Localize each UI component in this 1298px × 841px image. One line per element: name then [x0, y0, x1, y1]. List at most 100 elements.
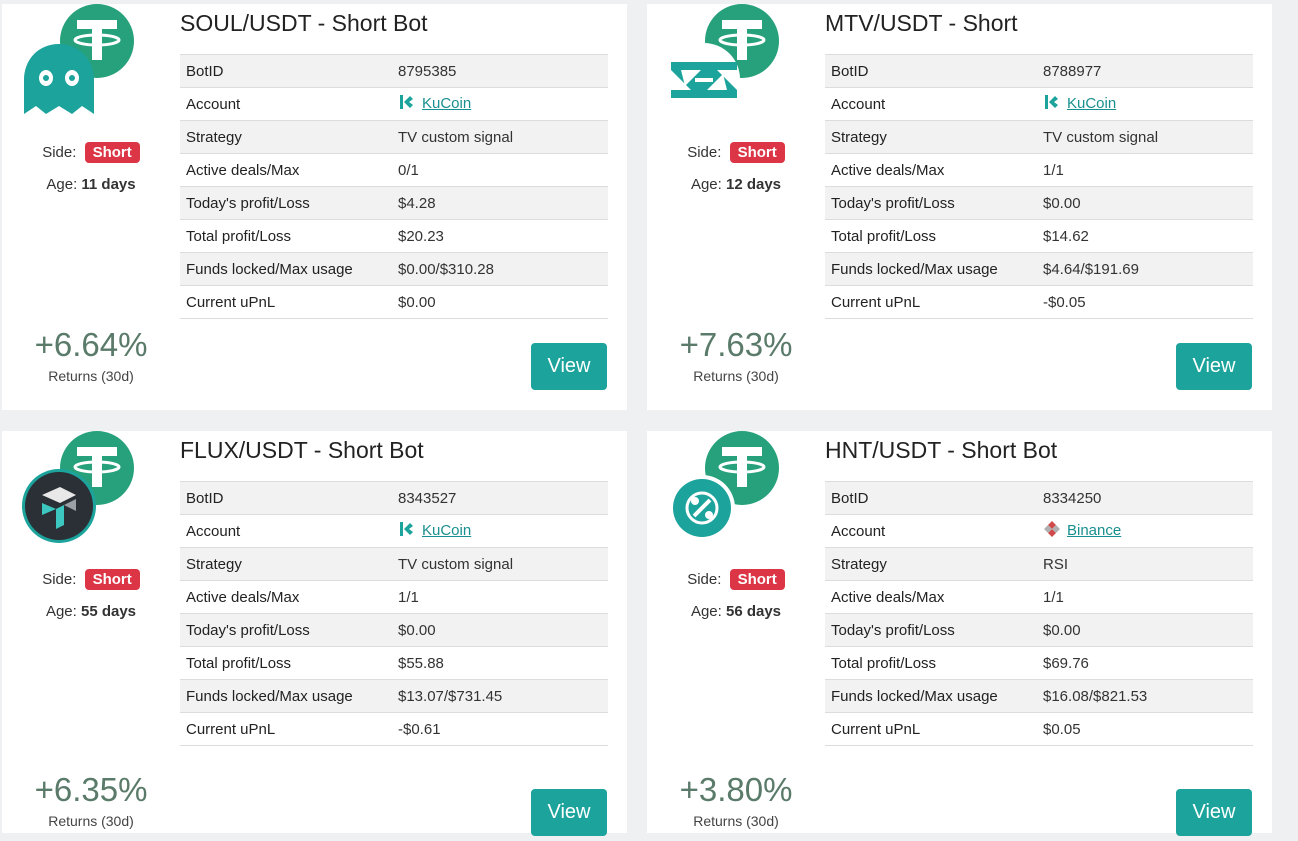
returns-label: Returns (30d) [693, 813, 779, 829]
bot-id-value: 8343527 [392, 481, 608, 515]
row-label: BotID [180, 481, 392, 515]
table-row: BotID 8795385 [180, 54, 608, 88]
strategy-value: TV custom signal [1037, 120, 1253, 154]
total-pl-value: $14.62 [1037, 219, 1253, 253]
row-label: Strategy [180, 547, 392, 581]
side-badge: Short [84, 142, 140, 163]
bot-card: Side: Short Age: 12 days +7.63% Returns … [647, 4, 1272, 410]
kucoin-icon [1043, 93, 1061, 115]
table-row: Current uPnL $0.05 [825, 712, 1253, 746]
row-label: Account [180, 514, 392, 548]
age-label: Age: [690, 603, 722, 620]
today-pl-value: $4.28 [392, 186, 608, 220]
bot-id-value: 8788977 [1037, 54, 1253, 88]
view-button[interactable]: View [1176, 789, 1252, 836]
returns-block: +3.80% Returns (30d) [647, 771, 825, 829]
soul-icon [20, 40, 98, 118]
bot-title: SOUL/USDT - Short Bot [180, 10, 428, 36]
table-row: Total profit/Loss $55.88 [180, 646, 608, 680]
account-link[interactable]: KuCoin [422, 522, 471, 539]
bot-info-table: BotID 8795385 Account KuCoin Strategy TV cu… [180, 54, 608, 319]
row-label: Strategy [180, 120, 392, 154]
age-row: Age: 55 days [2, 603, 180, 620]
account-link[interactable]: KuCoin [1067, 95, 1116, 112]
row-label: Strategy [825, 547, 1037, 581]
row-label: Total profit/Loss [825, 646, 1037, 680]
today-pl-value: $0.00 [1037, 186, 1253, 220]
age-row: Age: 12 days [647, 176, 825, 193]
table-row: Active deals/Max 1/1 [180, 580, 608, 614]
table-row: Total profit/Loss $20.23 [180, 219, 608, 253]
row-label: Today's profit/Loss [180, 186, 392, 220]
row-label: Active deals/Max [180, 580, 392, 614]
kucoin-icon [398, 520, 416, 542]
row-label: Total profit/Loss [180, 219, 392, 253]
table-row: Funds locked/Max usage $16.08/$821.53 [825, 679, 1253, 713]
row-label: Total profit/Loss [180, 646, 392, 680]
returns-label: Returns (30d) [693, 368, 779, 384]
row-label: Account [180, 87, 392, 121]
view-button[interactable]: View [531, 343, 607, 390]
side-label: Side: [687, 571, 722, 588]
side-badge: Short [729, 142, 785, 163]
pair-logos [20, 4, 140, 124]
returns-value: +6.64% [34, 326, 148, 363]
table-row: Total profit/Loss $14.62 [825, 219, 1253, 253]
upnl-value: -$0.05 [1037, 285, 1253, 319]
funds-value: $16.08/$821.53 [1037, 679, 1253, 713]
side-row: Side: Short [2, 569, 180, 590]
returns-block: +6.64% Returns (30d) [2, 326, 180, 384]
funds-value: $13.07/$731.45 [392, 679, 608, 713]
account-link[interactable]: KuCoin [422, 95, 471, 112]
row-label: Today's profit/Loss [825, 186, 1037, 220]
table-row: Strategy TV custom signal [825, 120, 1253, 154]
active-deals-value: 1/1 [1037, 153, 1253, 187]
age-value: 11 days [81, 176, 136, 193]
returns-value: +6.35% [34, 771, 148, 808]
side-label: Side: [42, 144, 77, 161]
age-label: Age: [45, 603, 77, 620]
side-row: Side: Short [647, 569, 825, 590]
upnl-value: -$0.61 [392, 712, 608, 746]
upnl-value: $0.05 [1037, 712, 1253, 746]
table-row: BotID 8788977 [825, 54, 1253, 88]
age-label: Age: [690, 176, 722, 193]
row-label: BotID [180, 54, 392, 88]
active-deals-value: 0/1 [392, 153, 608, 187]
row-label: Account [825, 514, 1037, 548]
table-row: Strategy RSI [825, 547, 1253, 581]
table-row: Funds locked/Max usage $4.64/$191.69 [825, 252, 1253, 286]
row-label: Active deals/Max [180, 153, 392, 187]
today-pl-value: $0.00 [1037, 613, 1253, 647]
age-value: 56 days [725, 603, 782, 620]
table-row: Account KuCoin [180, 87, 608, 121]
account-link[interactable]: Binance [1067, 522, 1121, 539]
row-label: Funds locked/Max usage [825, 252, 1037, 286]
row-label: Funds locked/Max usage [180, 252, 392, 286]
row-label: Active deals/Max [825, 153, 1037, 187]
table-row: Account Binance [825, 514, 1253, 548]
table-row: Active deals/Max 1/1 [825, 153, 1253, 187]
table-row: Account KuCoin [180, 514, 608, 548]
table-row: BotID 8334250 [825, 481, 1253, 515]
row-label: Active deals/Max [825, 580, 1037, 614]
age-value: 12 days [725, 176, 782, 193]
table-row: Active deals/Max 0/1 [180, 153, 608, 187]
age-row: Age: 11 days [2, 176, 180, 193]
view-button[interactable]: View [531, 789, 607, 836]
bot-card: Side: Short Age: 56 days +3.80% Returns … [647, 431, 1272, 836]
bot-info-table: BotID 8334250 Account Binance Strategy RSI … [825, 481, 1253, 746]
side-row: Side: Short [647, 142, 825, 163]
row-label: BotID [825, 481, 1037, 515]
table-row: Active deals/Max 1/1 [825, 580, 1253, 614]
pair-logos [20, 431, 140, 551]
row-label: Total profit/Loss [825, 219, 1037, 253]
bot-title: FLUX/USDT - Short Bot [180, 437, 424, 463]
age-row: Age: 56 days [647, 603, 825, 620]
view-button[interactable]: View [1176, 343, 1252, 390]
table-row: Current uPnL -$0.61 [180, 712, 608, 746]
table-row: Total profit/Loss $69.76 [825, 646, 1253, 680]
strategy-value: TV custom signal [392, 547, 608, 581]
mtv-icon [665, 40, 743, 118]
upnl-value: $0.00 [392, 285, 608, 319]
